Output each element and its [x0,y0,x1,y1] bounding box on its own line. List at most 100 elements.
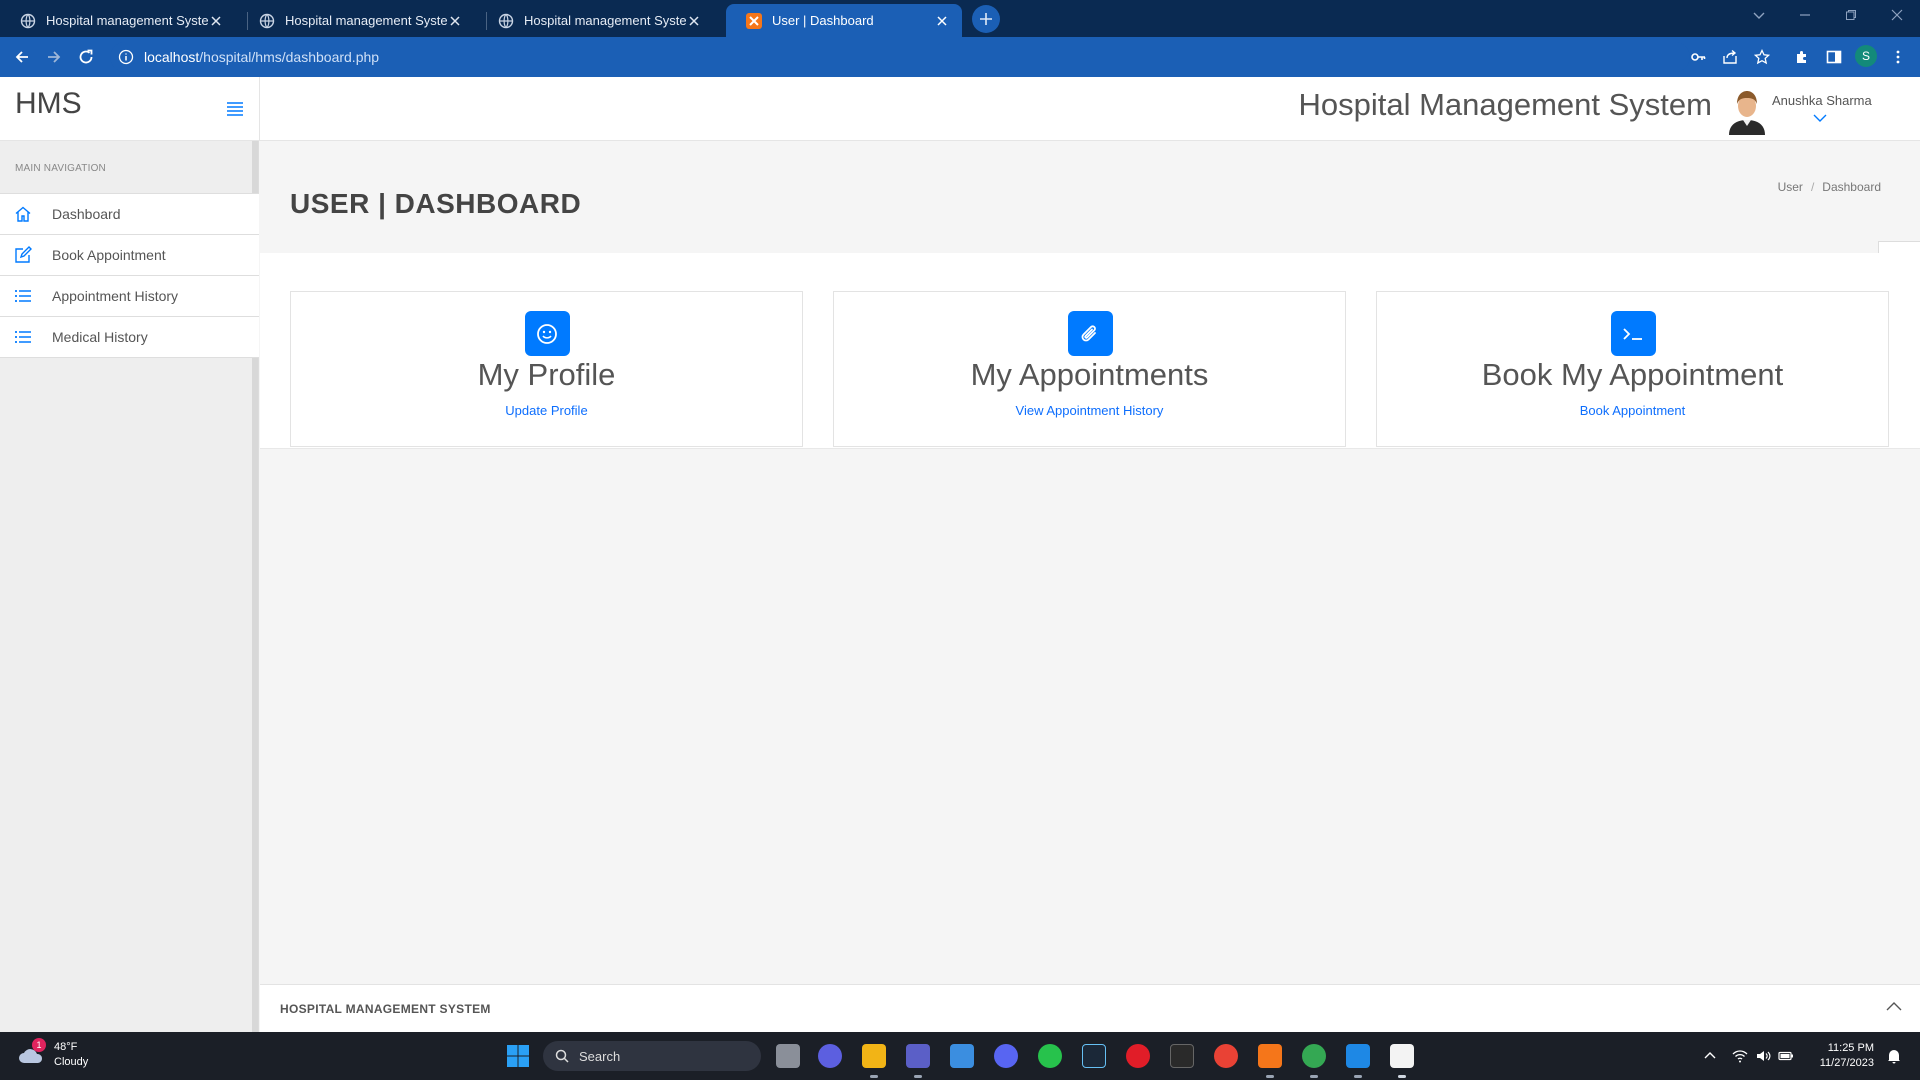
dashboard-cards: My Profile Update Profile My Appointment… [260,253,1920,449]
sidebar-item-label: Appointment History [52,288,179,304]
teams-icon[interactable] [906,1044,930,1068]
sidebar-item-dashboard[interactable]: Dashboard [0,194,259,235]
reload-button[interactable] [74,45,98,69]
tab-title: Hospital management System [524,13,686,28]
side-panel-button[interactable] [1824,47,1844,67]
browser-tab[interactable]: Hospital management System [239,4,475,37]
steam-icon[interactable] [1082,1044,1106,1068]
razer-icon[interactable] [1126,1044,1150,1068]
chevron-up-icon[interactable] [1702,1048,1718,1064]
close-icon[interactable] [208,13,224,29]
notification-bell-icon[interactable] [1886,1048,1902,1064]
profile-avatar[interactable]: S [1855,45,1877,67]
close-icon[interactable] [934,13,950,29]
browser-toolbar: localhost/hospital/hms/dashboard.php S [0,37,1920,77]
paperclip-icon [1081,324,1096,341]
chrome-profile-icon[interactable] [1302,1044,1326,1068]
view-appointment-history-link[interactable]: View Appointment History [834,403,1345,418]
system-clock[interactable]: 11:25 PM 11/27/2023 [1808,1041,1874,1071]
sidebar: MAIN NAVIGATION Dashboard Book Appointme… [0,141,259,1032]
close-icon[interactable] [686,13,702,29]
user-name[interactable]: Anushka Sharma [1772,93,1872,108]
breadcrumb-separator: / [1810,180,1815,194]
browser-tab[interactable]: Hospital management System [478,4,714,37]
sidebar-item-appointment-history[interactable]: Appointment History [0,276,259,317]
chevron-down-icon[interactable] [1813,113,1827,123]
search-icon [555,1049,569,1063]
photos-icon[interactable] [1346,1044,1370,1068]
tab-title: Hospital management System [46,13,208,28]
list-icon [15,331,31,343]
info-icon[interactable] [118,49,134,65]
address-bar[interactable]: localhost/hospital/hms/dashboard.php [110,42,1690,72]
footer-text: HOSPITAL MANAGEMENT SYSTEM [280,1002,491,1016]
share-button[interactable] [1720,47,1740,67]
xampp-icon[interactable] [1258,1044,1282,1068]
volume-icon[interactable] [1755,1048,1771,1064]
update-profile-link[interactable]: Update Profile [291,403,802,418]
close-window-button[interactable] [1874,0,1920,30]
weather-desc: Cloudy [54,1056,89,1068]
close-icon [1891,9,1903,21]
epic-games-icon[interactable] [1170,1044,1194,1068]
snipping-tool-icon[interactable] [1390,1044,1414,1068]
card-title: My Profile [477,357,616,392]
star-icon [1754,49,1770,65]
minimize-button[interactable] [1782,0,1828,30]
forward-button[interactable] [42,45,66,69]
password-key-button[interactable] [1688,47,1708,67]
running-indicator [1310,1075,1318,1078]
taskbar-search[interactable]: Search [543,1041,761,1071]
bookmark-button[interactable] [1752,47,1772,67]
key-icon [1691,53,1706,61]
file-explorer-icon[interactable] [862,1044,886,1068]
card-my-appointments: My Appointments View Appointment History [833,291,1346,447]
weather-widget[interactable]: 1 48°F Cloudy [18,1038,89,1070]
running-indicator [870,1075,878,1078]
page-title: USER | DASHBOARD [290,188,582,219]
discord-icon[interactable] [994,1044,1018,1068]
running-indicator [1354,1075,1362,1078]
xbox-icon[interactable] [1038,1044,1062,1068]
tab-search-button[interactable] [1736,0,1782,30]
notification-badge: 1 [32,1038,46,1052]
user-avatar[interactable] [1726,87,1768,135]
extensions-button[interactable] [1792,47,1812,67]
card-icon-box [1067,311,1113,356]
store-icon[interactable] [950,1044,974,1068]
task-view-icon[interactable] [776,1044,800,1068]
battery-icon[interactable] [1778,1048,1794,1064]
restore-button[interactable] [1828,0,1874,30]
brand-area: HMS [0,77,259,141]
running-indicator [914,1075,922,1078]
url-path: /hospital/hms/dashboard.php [199,49,380,65]
browser-tab[interactable]: Hospital management System [0,4,236,37]
chrome-icon[interactable] [1214,1044,1238,1068]
card-icon-box [524,311,570,356]
meet-icon[interactable] [818,1044,842,1068]
chevron-down-icon [1753,12,1765,19]
minimize-icon [1800,14,1810,16]
breadcrumb-item-dashboard: Dashboard [1822,180,1881,194]
book-appointment-link[interactable]: Book Appointment [1377,403,1888,418]
arrow-right-icon [48,51,61,63]
sidebar-item-label: Dashboard [52,206,121,222]
brand-logo-text[interactable]: HMS [15,87,82,121]
browser-tab-bar: Hospital management System Hospital mana… [0,0,1920,37]
browser-tab-active[interactable]: User | Dashboard [726,4,962,37]
wifi-icon[interactable] [1732,1048,1748,1064]
clock-date: 11/27/2023 [1819,1057,1874,1069]
url-host: localhost [144,49,200,65]
breadcrumb-item-user[interactable]: User [1778,180,1803,194]
sidebar-item-medical-history[interactable]: Medical History [0,317,259,358]
menu-toggle-icon[interactable] [226,101,244,117]
back-button[interactable] [10,45,34,69]
card-title: My Appointments [970,357,1209,392]
chevron-up-icon[interactable] [1886,1001,1902,1013]
new-tab-button[interactable] [972,5,1000,33]
windows-start-icon[interactable] [506,1044,530,1068]
close-icon[interactable] [447,13,463,29]
sidebar-item-book-appointment[interactable]: Book Appointment [0,235,259,276]
browser-menu-button[interactable] [1888,47,1908,67]
plus-icon [980,13,992,25]
